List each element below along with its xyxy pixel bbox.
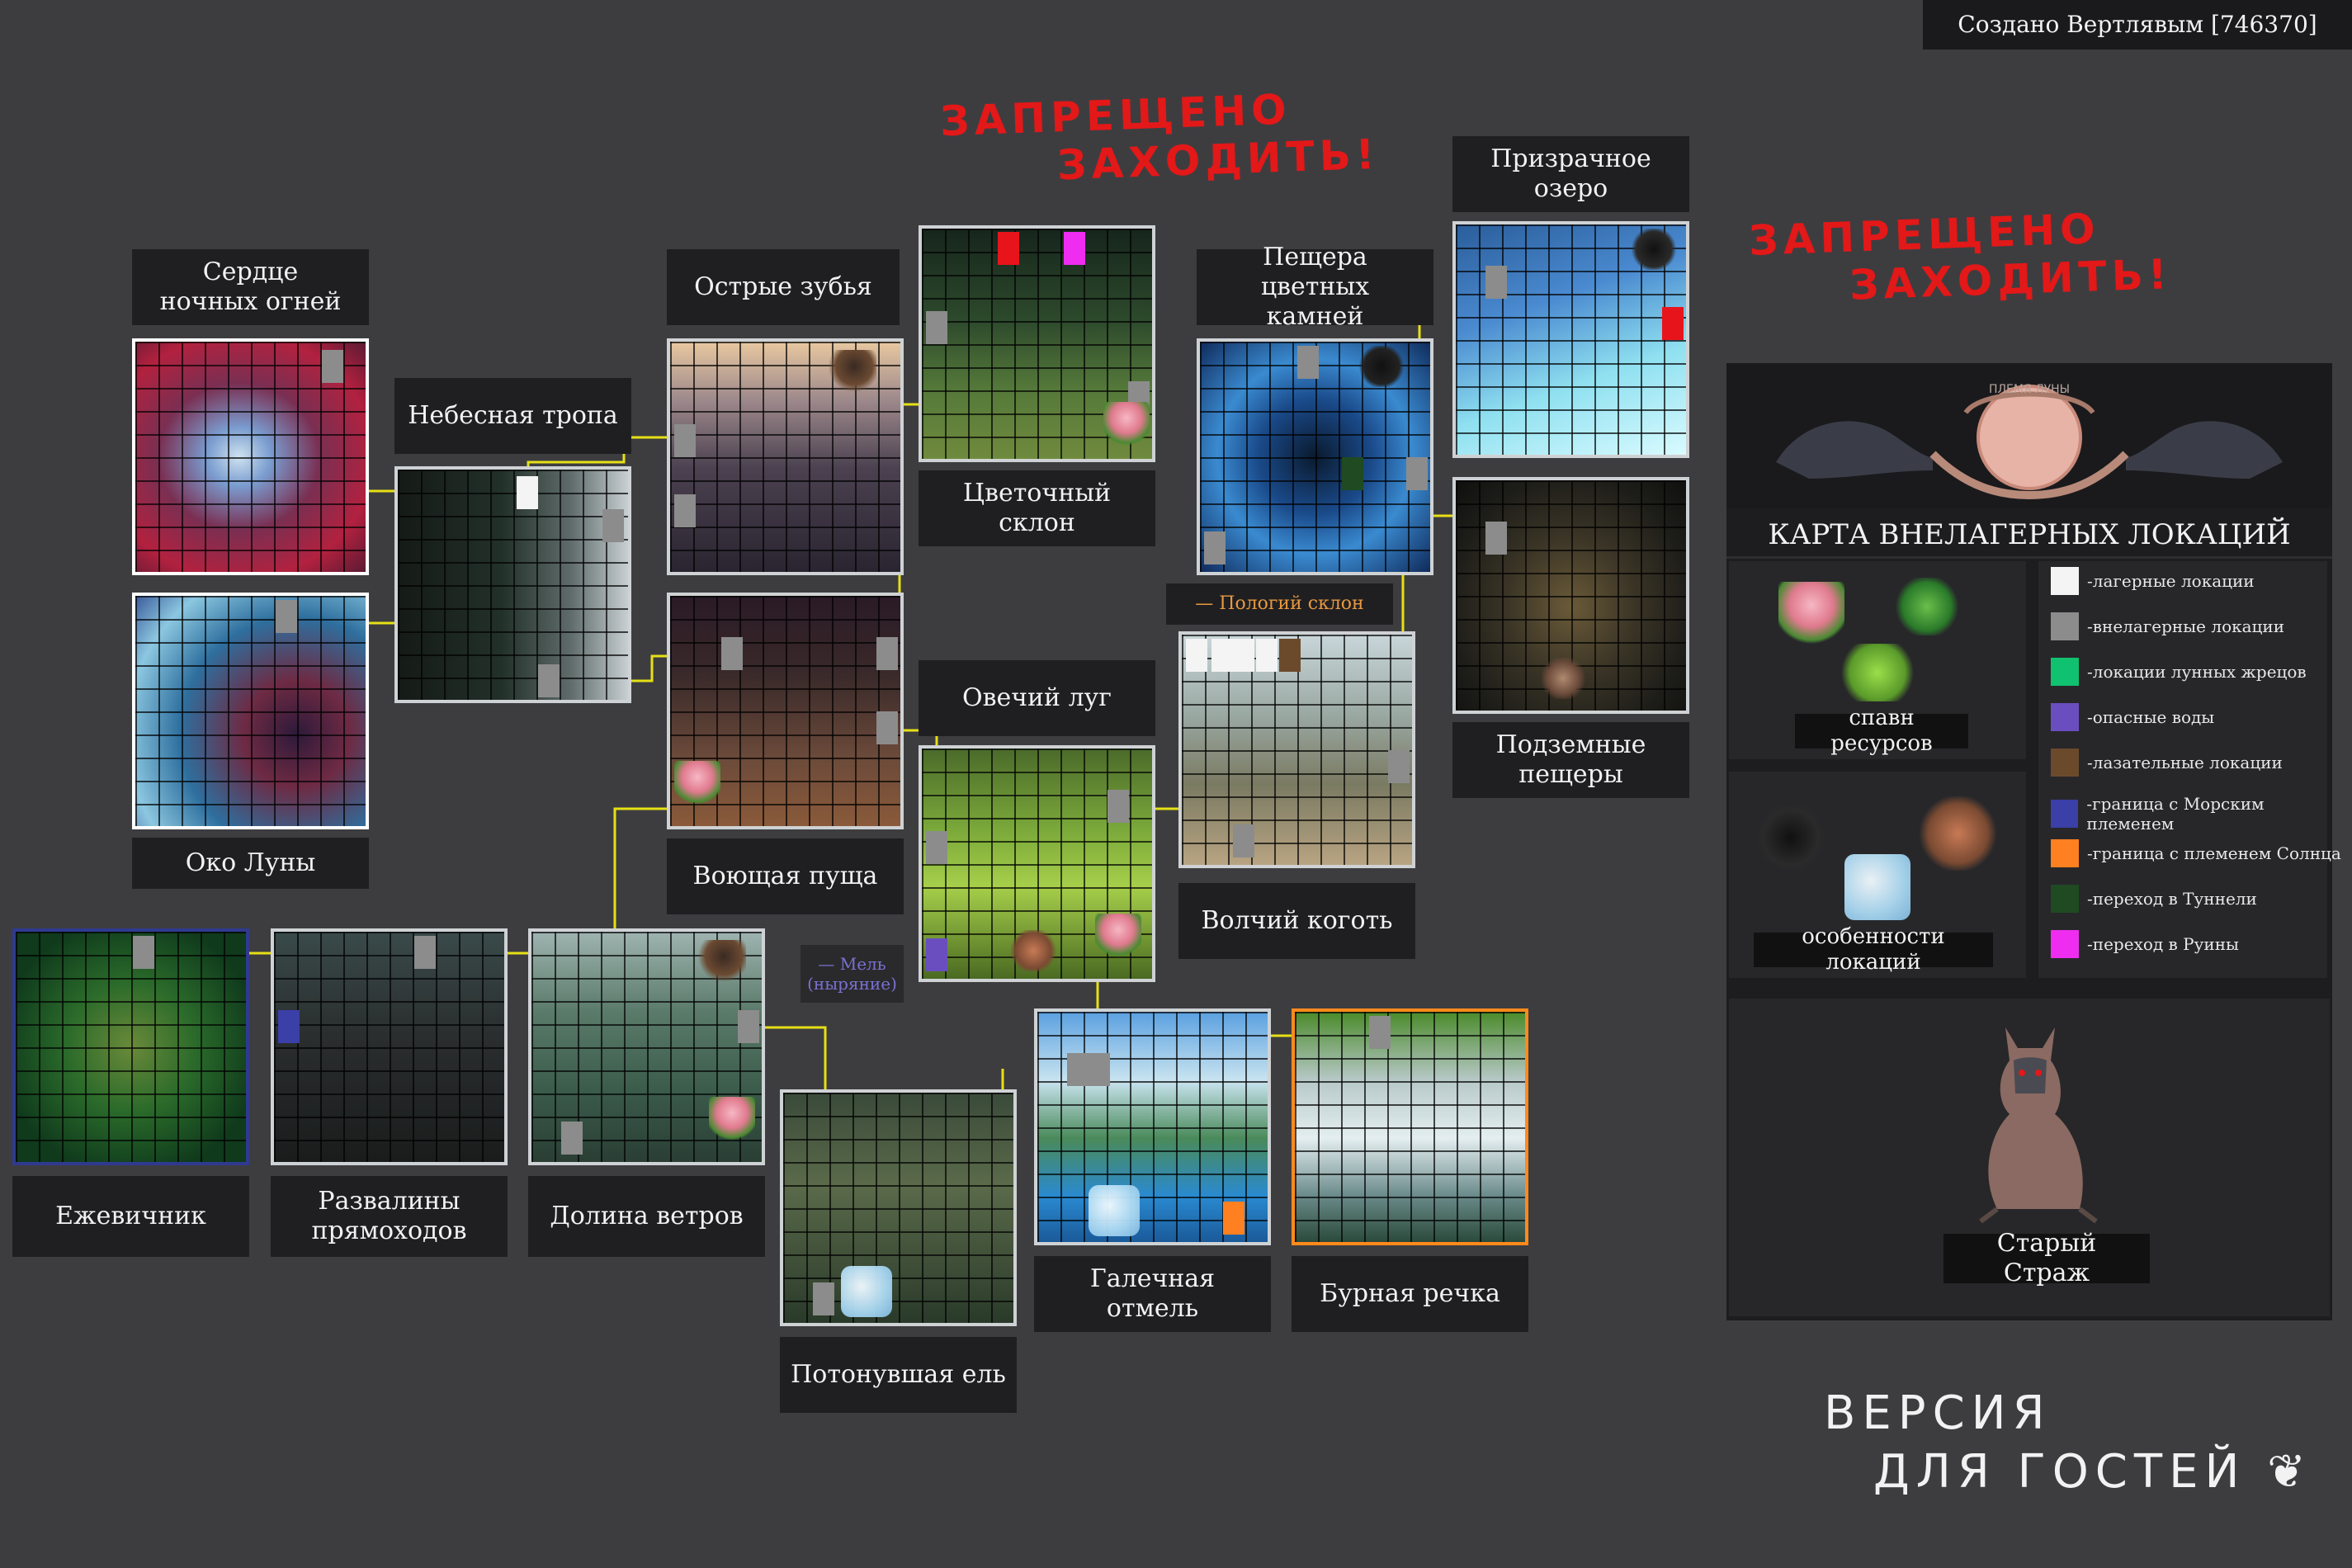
legend-sea-border: -граница с Морским племенем [2051, 794, 2352, 834]
legend-climbing: -лазательные локации [2051, 749, 2283, 777]
legend-sun-border: -граница с племенем Солнца [2051, 839, 2341, 867]
beaver-icon [1919, 796, 1997, 871]
location-drowned-fir[interactable] [780, 1089, 1017, 1326]
location-underground[interactable] [1452, 477, 1689, 714]
ice-icon [841, 1266, 892, 1317]
spirit-cat-icon [1629, 229, 1679, 270]
clan-name: ПЛЕМЯ ЛУНЫ [1988, 383, 2071, 396]
features-label: особенности локаций [1754, 924, 1993, 975]
flower-icon [1095, 914, 1141, 960]
location-wolf-claw[interactable] [1178, 631, 1415, 868]
label-howling: Воющая пуща [667, 838, 904, 914]
location-sheep-meadow[interactable] [919, 745, 1155, 982]
label-flower-slope: Цветочный склон [919, 470, 1155, 546]
location-ghost-lake[interactable] [1452, 221, 1689, 458]
location-stormy-river[interactable] [1292, 1008, 1528, 1245]
label-heart: Сердце ночных огней [132, 249, 369, 325]
label-sky-path: Небесная тропа [394, 378, 631, 454]
herb-icon [1894, 578, 1960, 635]
warning-top: ЗАПРЕЩЕНО ЗАХОДИТЬ! [939, 85, 1381, 189]
label-drowned-fir: Потонувшая ель [780, 1337, 1017, 1413]
features-box: особенности локаций [1729, 772, 2026, 978]
label-colored-cave: Пещера цветных камней [1197, 243, 1433, 331]
location-moon-eye[interactable] [132, 593, 369, 829]
location-pebble-shoal[interactable] [1034, 1008, 1271, 1245]
guard-box: Старый Страж [1729, 999, 2330, 1316]
location-sky-path[interactable] [394, 466, 631, 703]
label-ruins: Развалины прямоходов [271, 1176, 508, 1257]
clan-emblem: ПЛЕМЯ ЛУНЫ [1726, 363, 2332, 508]
note-gentle-slope: — Пологий склон [1166, 583, 1393, 625]
spawn-label: спавн ресурсов [1795, 706, 1968, 756]
label-wind-valley: Долина ветров [528, 1176, 765, 1257]
label-stormy-river: Бурная речка [1292, 1256, 1528, 1332]
flower-icon [674, 761, 720, 807]
legend-camp: -лагерные локации [2051, 567, 2255, 595]
beaver-icon [1008, 930, 1058, 971]
label-pebble-shoal: Галечная отмель [1034, 1256, 1271, 1332]
label-blackberry: Ежевичник [12, 1176, 249, 1257]
spawn-box: спавн ресурсов [1729, 561, 2026, 759]
moss-icon [1836, 644, 1919, 701]
location-blackberry[interactable] [12, 928, 249, 1165]
legend-priests: -локации лунных жрецов [2051, 658, 2307, 686]
legend-outside: -внелагерные локации [2051, 612, 2284, 640]
location-sharp-teeth[interactable] [667, 338, 904, 575]
legend-tunnels: -переход в Туннели [2051, 885, 2257, 913]
hedgehog-icon [697, 940, 746, 981]
location-wind-valley[interactable] [528, 928, 765, 1165]
legend-ruins: -переход в Руины [2051, 930, 2239, 958]
mystery-icon [1754, 805, 1828, 871]
location-ruins[interactable] [271, 928, 508, 1165]
flower-icon [1103, 402, 1150, 448]
mystery-icon [1357, 346, 1406, 387]
location-heart[interactable] [132, 338, 369, 575]
label-sheep-meadow: Овечий луг [919, 660, 1155, 736]
label-wolf-claw: Волчий коготь [1178, 883, 1415, 959]
location-howling[interactable] [667, 593, 904, 829]
label-underground: Подземные пещеры [1452, 722, 1689, 798]
guard-cat-icon [1979, 1027, 2098, 1224]
legend-dangerous-water: -опасные воды [2051, 703, 2214, 731]
warning-right: ЗАПРЕЩЕНО ЗАХОДИТЬ! [1748, 205, 2173, 309]
label-sharp-teeth: Острые зубья [667, 249, 900, 325]
note-shallow: — Мель (ныряние) [801, 945, 904, 1003]
panel-title: КАРТА ВНЕЛАГЕРНЫХ ЛОКАЦИЙ [1726, 513, 2332, 559]
label-moon-eye: Око Луны [132, 838, 369, 889]
guest-version: ВЕРСИЯ ДЛЯ ГОСТЕЙ ❦ [1824, 1386, 2313, 1499]
flower-icon [709, 1097, 755, 1143]
ice-icon [1844, 854, 1910, 920]
ice-icon [1089, 1185, 1140, 1236]
hedgehog-icon [827, 350, 876, 391]
location-flower-slope[interactable] [919, 225, 1155, 462]
guard-label: Старый Страж [1943, 1229, 2150, 1287]
flower-icon [1778, 582, 1844, 648]
location-colored-cave[interactable] [1197, 338, 1433, 575]
label-ghost-lake: Призрачное озеро [1452, 136, 1689, 212]
cat-icon [1538, 658, 1588, 699]
